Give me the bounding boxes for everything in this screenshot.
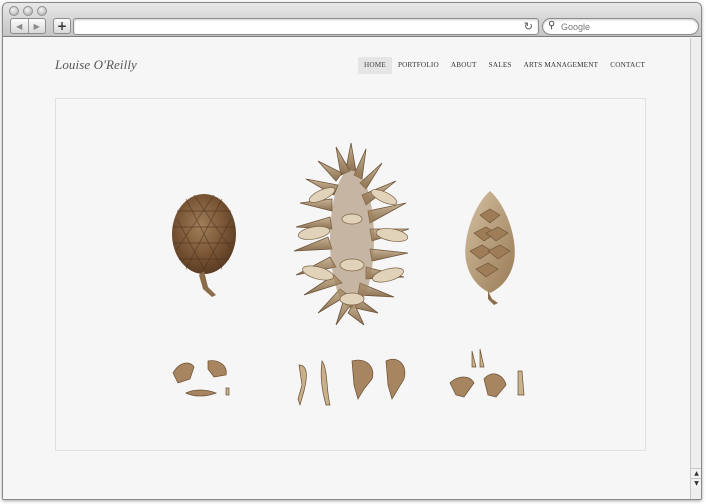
left-cone	[172, 194, 236, 297]
browser-toolbar: ◀ ▶ + ↻ ⚲	[3, 3, 701, 37]
address-bar[interactable]: ↻	[73, 18, 539, 35]
history-nav-buttons: ◀ ▶	[10, 18, 46, 34]
scroll-up-icon[interactable]: ▲	[691, 468, 701, 478]
nav-contact[interactable]: CONTACT	[604, 57, 651, 74]
scale-specimens	[172, 348, 525, 407]
nav-about[interactable]: ABOUT	[445, 57, 483, 74]
back-arrow-icon[interactable]: ◀	[11, 19, 28, 33]
search-field[interactable]: ⚲	[542, 18, 699, 35]
add-bookmark-button[interactable]: +	[53, 18, 71, 34]
scroll-down-icon[interactable]: ▼	[691, 478, 701, 488]
forward-arrow-icon[interactable]: ▶	[27, 19, 46, 33]
search-icon[interactable]: ⚲	[548, 20, 555, 31]
vertical-scrollbar[interactable]: ▲ ▼	[690, 38, 701, 499]
reload-icon[interactable]: ↻	[524, 20, 533, 33]
browser-window: ◀ ▶ + ↻ ⚲ Louise O'Reilly HOME PORTFOLIO…	[2, 2, 702, 500]
nav-sales[interactable]: SALES	[483, 57, 518, 74]
zoom-window-button[interactable]	[37, 6, 47, 16]
site-logo[interactable]: Louise O'Reilly	[55, 57, 137, 73]
main-navigation: HOME PORTFOLIO ABOUT SALES ARTS MANAGEME…	[358, 57, 651, 74]
add-bookmark-icon: +	[56, 19, 68, 33]
minimize-window-button[interactable]	[23, 6, 33, 16]
center-cone	[293, 142, 410, 326]
page-viewport: Louise O'Reilly HOME PORTFOLIO ABOUT SAL…	[3, 38, 691, 499]
right-cone	[465, 191, 515, 305]
nav-home[interactable]: HOME	[358, 57, 392, 74]
nav-arts-management[interactable]: ARTS MANAGEMENT	[518, 57, 605, 74]
featured-artwork-frame	[55, 98, 646, 451]
nav-portfolio[interactable]: PORTFOLIO	[392, 57, 445, 74]
pine-cone-illustration	[172, 142, 525, 407]
search-input[interactable]	[561, 20, 691, 33]
close-window-button[interactable]	[9, 6, 19, 16]
